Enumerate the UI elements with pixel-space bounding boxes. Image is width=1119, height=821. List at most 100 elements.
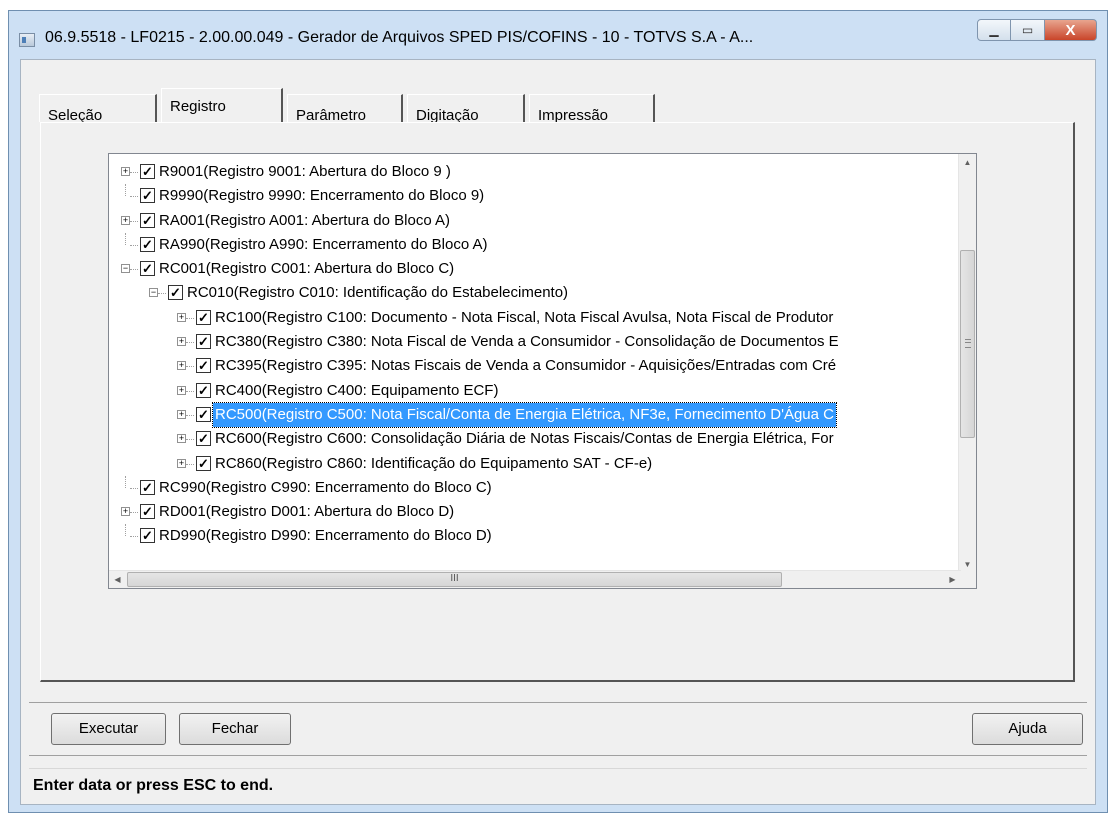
tree-item[interactable]: ✓ RA990(Registro A990: Encerramento do Bl… <box>109 232 962 257</box>
tree-item-label: RC600(Registro C600: Consolidação Diária… <box>215 430 834 448</box>
tree-item-label: RC010(Registro C010: Identificação do Es… <box>187 284 569 302</box>
tab-digitacao[interactable]: Digitação <box>407 94 525 124</box>
tree-item-label: RA990(Registro A990: Encerramento do Blo… <box>159 235 488 253</box>
tree-item[interactable]: + ✓ RA001(Registro A001: Abertura do Bloco… <box>109 209 962 233</box>
tree-line <box>186 342 194 344</box>
tree-line <box>130 196 138 198</box>
tree-item[interactable]: + ✓ RC395(Registro C395: Notas Fiscais de … <box>109 354 962 378</box>
window-controls: ▁ ▭ X <box>977 19 1097 47</box>
tree-line <box>130 244 138 246</box>
checkbox[interactable]: ✓ <box>196 358 211 374</box>
checkbox[interactable]: ✓ <box>196 455 211 471</box>
tree-line <box>186 390 194 392</box>
tree-item-label: RC860(Registro C860: Identificação do Eq… <box>215 454 653 472</box>
tree-item[interactable]: ✓ RD990(Registro D990: Encerramento do Bl… <box>109 524 962 548</box>
tree-item-label: RC395(Registro C395: Notas Fiscais de Ve… <box>215 357 837 375</box>
close-icon: X <box>1065 21 1076 39</box>
tab-parametro[interactable]: Parâmetro <box>287 94 403 124</box>
tree-item[interactable]: + ✓ RC600(Registro C600: Consolidação Diár… <box>109 427 962 451</box>
collapse-icon[interactable]: − <box>121 264 130 274</box>
checkbox[interactable]: ✓ <box>140 164 155 179</box>
checkbox[interactable]: ✓ <box>196 334 211 350</box>
tree-item-label: RC001(Registro C001: Abertura do Bloco C… <box>159 260 455 278</box>
minimize-button[interactable]: ▁ <box>977 19 1011 41</box>
checkbox[interactable]: ✓ <box>196 382 211 398</box>
tree-item[interactable]: + ✓ RC400(Registro C400: Equipamento ECF) <box>109 379 962 403</box>
checkbox[interactable]: ✓ <box>140 188 155 204</box>
checkbox[interactable]: ✓ <box>140 528 155 544</box>
tree-line <box>186 317 194 319</box>
horizontal-scrollbar[interactable]: ◀ III ▶ <box>109 570 961 588</box>
checkbox[interactable]: ✓ <box>140 212 155 228</box>
executar-button[interactable]: Executar <box>51 713 166 745</box>
tree-item[interactable]: + ✓ RC380(Registro C380: Nota Fiscal de Ve… <box>109 330 962 354</box>
expand-icon[interactable]: + <box>177 361 186 371</box>
grip-icon <box>965 339 971 348</box>
tree-item[interactable]: + ✓ RD001(Registro D001: Abertura do Bloco… <box>109 500 962 524</box>
horizontal-scroll-thumb[interactable]: III <box>127 572 782 587</box>
expand-icon[interactable]: + <box>121 507 130 517</box>
checkbox[interactable]: ✓ <box>196 431 211 447</box>
maximize-button[interactable]: ▭ <box>1011 19 1045 41</box>
tree-line <box>186 463 194 465</box>
tree-line <box>130 487 138 489</box>
checkbox[interactable]: ✓ <box>140 504 155 520</box>
scroll-left-icon[interactable]: ◀ <box>109 571 126 588</box>
tab-selecao[interactable]: Seleção <box>39 94 157 124</box>
tab-registro[interactable]: Registro <box>161 88 283 122</box>
expand-icon[interactable]: + <box>121 215 130 225</box>
status-bar: Enter data or press ESC to end. <box>29 768 1087 802</box>
tree-item-label: R9001(Registro 9001: Abertura do Bloco 9… <box>159 163 451 180</box>
checkbox[interactable]: ✓ <box>196 406 211 422</box>
expand-icon[interactable]: + <box>177 434 186 444</box>
window-title: 06.9.5518 - LF0215 - 2.00.00.049 - Gerad… <box>45 29 754 46</box>
expand-icon[interactable]: + <box>177 312 186 322</box>
expand-icon[interactable]: + <box>177 385 186 395</box>
tree-item-label: RC380(Registro C380: Nota Fiscal de Vend… <box>215 333 839 351</box>
checkbox[interactable]: ✓ <box>140 236 155 252</box>
tree-item-label: RD990(Registro D990: Encerramento do Blo… <box>159 527 492 545</box>
tree-item-label: R9990(Registro 9990: Encerramento do Blo… <box>159 187 485 205</box>
tree-line <box>186 366 194 368</box>
tree-item[interactable]: ✓ RC990(Registro C990: Encerramento do Bl… <box>109 475 962 500</box>
tree-line <box>125 184 126 197</box>
maximize-icon: ▭ <box>1021 23 1034 37</box>
tree-item[interactable]: + ✓ R9001(Registro 9001: Abertura do Bloco… <box>109 160 962 184</box>
tree-line <box>186 439 194 441</box>
app-icon[interactable] <box>19 33 35 47</box>
expand-icon[interactable]: + <box>121 167 130 176</box>
tree-item[interactable]: − ✓ RC001(Registro C001: Abertura do Bloco… <box>109 257 962 281</box>
tab-impressao[interactable]: Impressão <box>529 94 655 124</box>
tree-line <box>186 414 194 416</box>
client-area: Seleção Registro Parâmetro Digitação Imp… <box>20 59 1096 805</box>
checkbox[interactable]: ✓ <box>140 479 155 495</box>
ajuda-button[interactable]: Ajuda <box>972 713 1083 745</box>
tree-item[interactable]: + ✓ RC860(Registro C860: Identificação do … <box>109 452 962 476</box>
registro-tree[interactable]: + ✓ R9001(Registro 9001: Abertura do Bloco… <box>108 153 977 589</box>
tree-line <box>130 536 138 538</box>
title-bar[interactable]: 06.9.5518 - LF0215 - 2.00.00.049 - Gerad… <box>9 11 1107 63</box>
checkbox[interactable]: ✓ <box>168 285 183 301</box>
vertical-scroll-thumb[interactable] <box>960 250 975 438</box>
checkbox[interactable]: ✓ <box>140 261 155 277</box>
vertical-scrollbar[interactable]: ▲ ▼ <box>958 154 976 573</box>
tree-line <box>130 512 138 514</box>
tree-item-label: RC500(Registro C500: Nota Fiscal/Conta d… <box>212 401 837 428</box>
expand-icon[interactable]: + <box>177 337 186 347</box>
fechar-button[interactable]: Fechar <box>179 713 291 745</box>
tree-line <box>130 172 138 173</box>
tree-item-label: RA001(Registro A001: Abertura do Bloco A… <box>159 211 451 229</box>
close-button[interactable]: X <box>1045 19 1097 41</box>
expand-icon[interactable]: + <box>177 409 186 419</box>
tree-item[interactable]: ✓ R9990(Registro 9990: Encerramento do Bl… <box>109 184 962 208</box>
scroll-up-icon[interactable]: ▲ <box>959 154 976 171</box>
expand-icon[interactable]: + <box>177 458 186 468</box>
tree-rows: + ✓ R9001(Registro 9001: Abertura do Bloco… <box>109 160 962 549</box>
tree-item[interactable]: − ✓ RC010(Registro C010: Identificação do … <box>109 281 962 305</box>
tree-item[interactable]: + ✓ RC500(Registro C500: Nota Fiscal/Conta… <box>109 401 962 428</box>
collapse-icon[interactable]: − <box>149 288 158 298</box>
checkbox[interactable]: ✓ <box>196 309 211 325</box>
tab-label: Registro <box>170 98 226 115</box>
tree-item-label: RD001(Registro D001: Abertura do Bloco D… <box>159 503 455 521</box>
tree-item[interactable]: + ✓ RC100(Registro C100: Documento - Nota … <box>109 306 962 330</box>
